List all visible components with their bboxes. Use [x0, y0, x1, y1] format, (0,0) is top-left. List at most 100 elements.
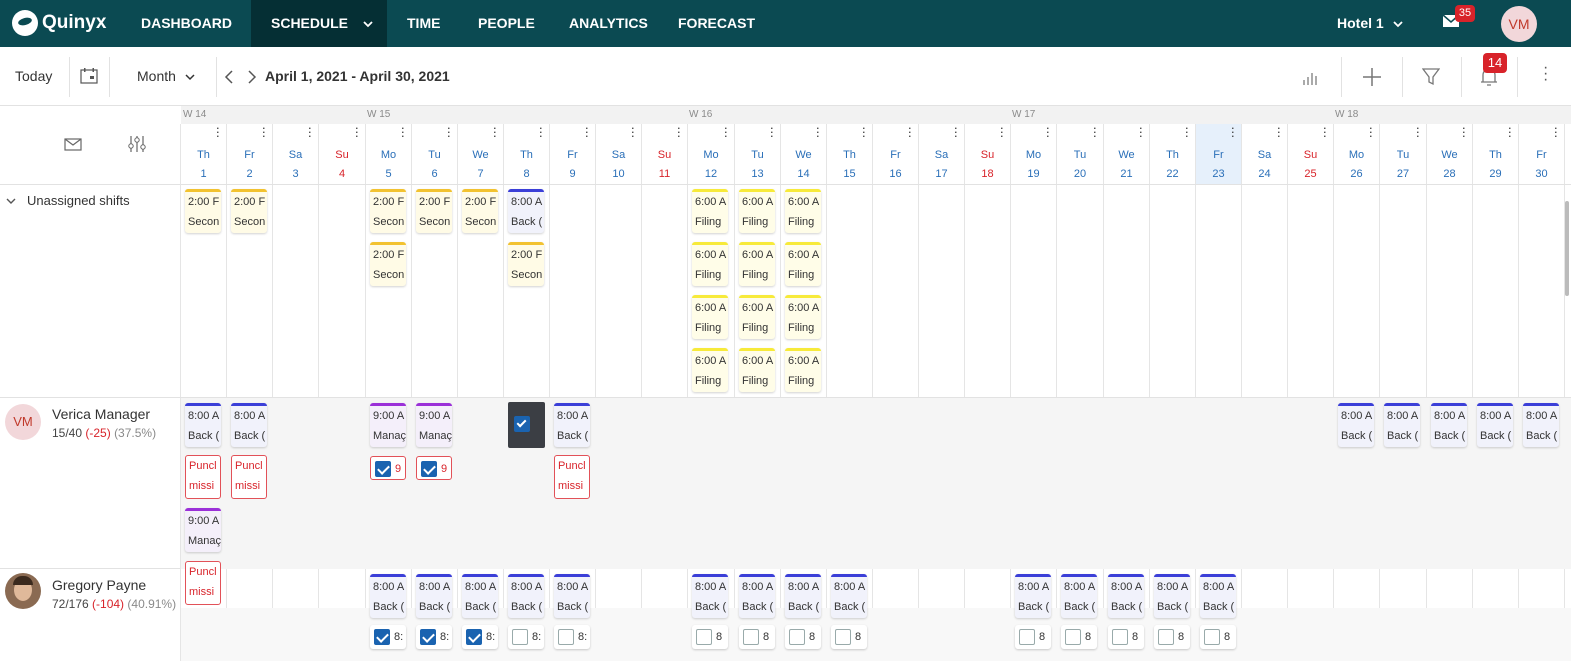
shift-card[interactable]: 2:00 F Secon	[185, 189, 221, 233]
attest-checkbox-card[interactable]: 8:	[416, 625, 452, 649]
shift-card[interactable]: 8:00 A Back (	[739, 574, 775, 618]
checkbox-icon[interactable]	[696, 629, 712, 645]
attest-checkbox-card[interactable]: 8	[1200, 625, 1236, 649]
shift-card[interactable]: 8:00 A Back (	[1108, 574, 1144, 618]
day-menu-icon[interactable]: · · ·	[262, 121, 266, 142]
checkbox-icon[interactable]	[558, 629, 574, 645]
day-header[interactable]: · · · Sa 10	[596, 121, 642, 184]
shift-card[interactable]: 6:00 A Filing	[785, 348, 821, 392]
day-header[interactable]: · · · Fr 2	[227, 121, 273, 184]
checkbox-icon[interactable]	[835, 629, 851, 645]
shift-card[interactable]: 2:00 F Secon	[462, 189, 498, 233]
shift-card[interactable]: 6:00 A Filing	[692, 242, 728, 286]
shift-card[interactable]: 2:00 F Secon	[370, 189, 406, 233]
day-header[interactable]: · · · Mo 5	[366, 121, 412, 184]
notifications-button[interactable]: 14	[1480, 53, 1507, 92]
day-header[interactable]: · · · Su 11	[642, 121, 688, 184]
shift-card[interactable]: 2:00 F Secon	[508, 242, 544, 286]
chevron-left-icon[interactable]	[224, 69, 234, 85]
attest-checkbox-card[interactable]: 8:	[370, 625, 406, 649]
nav-people[interactable]: PEOPLE	[478, 0, 535, 47]
day-header[interactable]: · · · Mo 19	[1011, 121, 1057, 184]
day-header[interactable]: · · · We 7	[458, 121, 504, 184]
day-menu-icon[interactable]: · · ·	[308, 121, 312, 142]
shift-card[interactable]: 6:00 A Filing	[739, 295, 775, 339]
chevron-right-icon[interactable]	[247, 69, 257, 85]
day-header[interactable]: · · · Th 15	[827, 121, 873, 184]
sliders-icon[interactable]	[127, 135, 147, 153]
day-header[interactable]: · · · We 21	[1104, 121, 1150, 184]
checkbox-checked-icon[interactable]	[420, 629, 436, 645]
day-menu-icon[interactable]: · · ·	[1416, 121, 1420, 142]
day-menu-icon[interactable]: · · ·	[1046, 121, 1050, 142]
day-menu-icon[interactable]: · · ·	[677, 121, 681, 142]
shift-card[interactable]: 9:00 A Manaç	[416, 403, 452, 447]
selected-shift-card[interactable]	[508, 402, 545, 448]
day-menu-icon[interactable]: · · ·	[447, 121, 451, 142]
shift-card[interactable]: 9:00 A Manaç	[185, 508, 221, 552]
day-menu-icon[interactable]: · · ·	[1139, 121, 1143, 142]
envelope-icon[interactable]	[64, 138, 82, 151]
calendar-icon[interactable]	[80, 68, 98, 84]
shift-card[interactable]: 6:00 A Filing	[739, 348, 775, 392]
checkbox-icon[interactable]	[1019, 629, 1035, 645]
shift-card[interactable]: 6:00 A Filing	[785, 295, 821, 339]
day-header[interactable]: · · · Mo 26	[1334, 121, 1380, 184]
employee-name[interactable]: Gregory Payne	[52, 577, 146, 593]
day-menu-icon[interactable]: · · ·	[1323, 121, 1327, 142]
checkbox-checked-icon[interactable]	[374, 629, 390, 645]
shift-card[interactable]: 2:00 F Secon	[231, 189, 267, 233]
shift-card[interactable]: 6:00 A Filing	[785, 189, 821, 233]
shift-card[interactable]: 8:00 A Back (	[554, 403, 590, 447]
chevron-down-icon[interactable]	[6, 196, 16, 206]
nav-schedule[interactable]: SCHEDULE	[251, 0, 387, 47]
user-avatar[interactable]: VM	[1501, 6, 1537, 42]
attest-checkbox-card[interactable]: 8	[739, 625, 775, 649]
bar-chart-icon[interactable]	[1302, 69, 1320, 85]
day-menu-icon[interactable]: · · ·	[862, 121, 866, 142]
checkbox-checked-icon[interactable]	[514, 416, 530, 432]
day-menu-icon[interactable]: · · ·	[493, 121, 497, 142]
day-menu-icon[interactable]: · · ·	[1508, 121, 1512, 142]
shift-card[interactable]: 8:00 A Back (	[1200, 574, 1236, 618]
attest-checkbox-card[interactable]: 8:	[462, 625, 498, 649]
nav-analytics[interactable]: ANALYTICS	[569, 0, 648, 47]
shift-card[interactable]: 8:00 A Back (	[231, 403, 267, 447]
filter-icon[interactable]	[1422, 68, 1440, 86]
nav-time[interactable]: TIME	[407, 0, 440, 47]
day-header[interactable]: · · · Sa 24	[1242, 121, 1288, 184]
day-header[interactable]: · · · Tu 6	[412, 121, 458, 184]
day-menu-icon[interactable]: · · ·	[539, 121, 543, 142]
shift-card[interactable]: 6:00 A Filing	[739, 189, 775, 233]
checkbox-checked-icon[interactable]	[421, 461, 437, 477]
day-header[interactable]: · · · Th 8	[504, 121, 550, 184]
nav-forecast[interactable]: FORECAST	[678, 0, 755, 47]
day-header[interactable]: · · · Tu 13	[735, 121, 781, 184]
punch-missing-card[interactable]: Puncl missi	[554, 455, 590, 499]
day-header[interactable]: · · · We 14	[781, 121, 827, 184]
nav-dashboard[interactable]: DASHBOARD	[141, 0, 232, 47]
day-header[interactable]: · · · Th 22	[1150, 121, 1196, 184]
day-menu-icon[interactable]: · · ·	[1000, 121, 1004, 142]
attest-checkbox-card[interactable]: 8	[1015, 625, 1051, 649]
day-menu-icon[interactable]: · · ·	[908, 121, 912, 142]
checkbox-icon[interactable]	[1158, 629, 1174, 645]
shift-card[interactable]: 8:00 A Back (	[1154, 574, 1190, 618]
quinyx-logo[interactable]: Quinyx	[12, 10, 106, 36]
day-menu-icon[interactable]: · · ·	[770, 121, 774, 142]
punch-missing-card[interactable]: Puncl missi	[185, 561, 221, 605]
plus-icon[interactable]	[1362, 67, 1382, 87]
shift-card[interactable]: 6:00 A Filing	[692, 348, 728, 392]
more-vertical-icon[interactable]: · · ·	[1543, 60, 1548, 88]
shift-card[interactable]: 8:00 A Back (	[416, 574, 452, 618]
shift-card[interactable]: 6:00 A Filing	[785, 242, 821, 286]
day-menu-icon[interactable]: · · ·	[355, 121, 359, 142]
shift-card[interactable]: 8:00 A Back (	[462, 574, 498, 618]
day-menu-icon[interactable]: · · ·	[1369, 121, 1373, 142]
day-header[interactable]: · · · Sa 17	[919, 121, 965, 184]
attest-checkbox-card[interactable]: 9	[370, 456, 406, 480]
day-menu-icon[interactable]: · · ·	[1462, 121, 1466, 142]
shift-card[interactable]: 6:00 A Filing	[692, 189, 728, 233]
day-header[interactable]: · · · Sa 3	[273, 121, 319, 184]
checkbox-icon[interactable]	[1112, 629, 1128, 645]
